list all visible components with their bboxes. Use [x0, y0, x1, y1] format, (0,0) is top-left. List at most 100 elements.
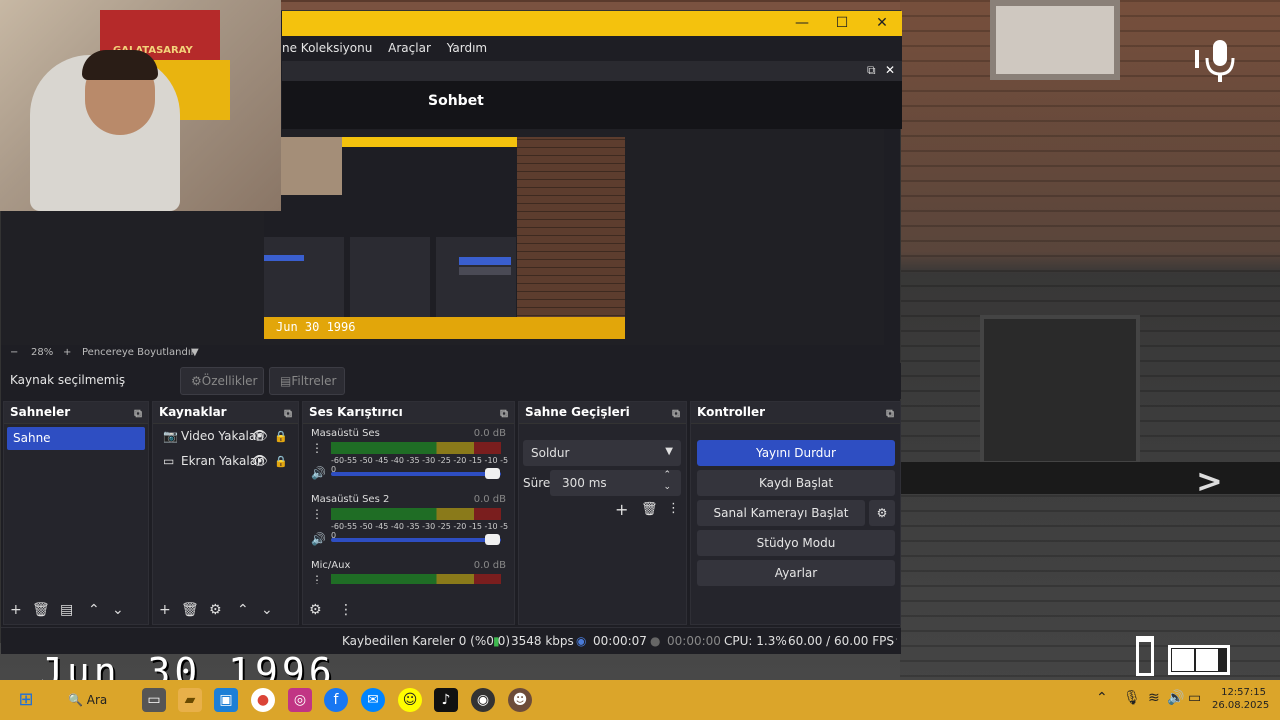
chevron-down-icon[interactable]: ⌄ [261, 602, 273, 618]
popout-icon[interactable]: ⧉ [134, 403, 142, 424]
chevron-down-icon[interactable]: ⌄ [112, 602, 124, 618]
chat-panel: Sohbet [282, 81, 902, 129]
volume-slider[interactable] [331, 472, 501, 476]
chevron-down-icon[interactable]: ▼ [191, 347, 199, 358]
stepper-up-icon[interactable]: ⌃ [663, 470, 671, 480]
task-view-icon[interactable]: ▭ [142, 688, 166, 712]
battery-icon[interactable]: ▭ [1188, 690, 1201, 706]
preview-canvas[interactable]: Jun 30 1996 [264, 137, 625, 339]
volume-slider-handle[interactable] [485, 468, 500, 479]
plug-icon [1136, 636, 1154, 676]
messenger-icon[interactable]: ✉ [361, 688, 385, 712]
fit-to-window-button[interactable]: Pencereye Boyutlandır [82, 347, 195, 358]
chevron-up-icon[interactable]: ⌃ [237, 602, 249, 618]
settings-button[interactable]: Ayarlar [697, 560, 895, 586]
menu-help[interactable]: Yardım [447, 36, 487, 61]
popout-icon[interactable]: ⧉ [500, 403, 508, 424]
studio-mode-button[interactable]: Stüdyo Modu [697, 530, 895, 556]
taskbar-search[interactable]: 🔍 Ara [68, 688, 128, 712]
volume-icon[interactable]: 🔊 [1167, 690, 1184, 706]
menu-tools[interactable]: Araçlar [388, 36, 431, 61]
taskbar: ⊞ 🔍 Ara ▭ ▰ ▣ ● ◎ f ✉ ☺ ♪ ◉ ☻ ⌃ 🎙 ≋ 🔊 ▭ … [0, 680, 1280, 720]
scene-item[interactable]: Sahne [7, 427, 145, 450]
add-icon[interactable]: + [159, 602, 171, 618]
filters-button[interactable]: ▤Filtreler [269, 367, 345, 395]
more-icon[interactable]: ⋮ [311, 508, 323, 520]
file-explorer-icon[interactable]: ▰ [178, 688, 202, 712]
dropped-frames: Kaybedilen Kareler 0 (%0.0) [342, 634, 511, 648]
filter-icon[interactable]: ▤ [60, 602, 73, 618]
menu-scene-collection[interactable]: ne Koleksiyonu [282, 36, 372, 61]
stop-stream-button[interactable]: Yayını Durdur [697, 440, 895, 466]
windows-start-icon[interactable]: ⊞ [14, 688, 38, 712]
chevron-up-icon[interactable]: ⌃ [1096, 690, 1108, 706]
maximize-button[interactable]: ☐ [822, 11, 862, 36]
scenes-header: Sahneler ⧉ [4, 402, 148, 424]
nested-button [459, 267, 511, 275]
tiktok-icon[interactable]: ♪ [434, 688, 458, 712]
channel-db: 0.0 dB [473, 560, 506, 571]
properties-button[interactable]: ⚙Özellikler [180, 367, 264, 395]
system-clock[interactable]: 12:57:15 26.08.2025 [1212, 686, 1269, 712]
speaker-icon[interactable]: 🔊 [311, 532, 326, 546]
advanced-audio-icon[interactable]: ⚙ [309, 602, 322, 618]
shelf [900, 462, 1280, 494]
facebook-icon[interactable]: f [324, 688, 348, 712]
close-dock-icon[interactable]: ✕ [885, 63, 895, 77]
more-icon[interactable]: ⋮ [311, 574, 323, 584]
popout-icon[interactable]: ⧉ [867, 63, 876, 78]
lock-icon[interactable]: 🔒 [274, 449, 288, 474]
gear-icon[interactable]: ⚙ [209, 602, 222, 618]
chevron-up-icon[interactable]: ⌃ [88, 602, 100, 618]
sources-dock: Kaynaklar ⧉ 📷 Video Yakalan 👁 🔒 ▭ Ekran Y… [152, 401, 299, 625]
gear-icon[interactable]: ⚙ [869, 500, 895, 526]
popout-icon[interactable]: ⧉ [672, 403, 680, 424]
stepper-down-icon[interactable]: ⌄ [663, 482, 671, 492]
speaker-icon[interactable]: 🔊 [311, 466, 326, 480]
more-icon[interactable]: ⋮ [667, 501, 680, 516]
snapchat-icon[interactable]: ☺ [398, 688, 422, 712]
start-record-button[interactable]: Kaydı Başlat [697, 470, 895, 496]
trash-icon[interactable]: 🗑 [641, 502, 658, 517]
zoom-bar: − 28% + Pencereye Boyutlandır ▼ [1, 345, 884, 363]
lock-icon[interactable]: 🔒 [274, 424, 288, 449]
popout-icon[interactable]: ⧉ [886, 403, 894, 424]
trash-icon[interactable]: 🗑 [32, 602, 50, 618]
obs-icon[interactable]: ◉ [471, 688, 495, 712]
more-icon[interactable]: ⋮ [311, 442, 323, 454]
resize-grip-icon[interactable]: ⋰ [889, 638, 898, 648]
add-icon[interactable]: + [615, 500, 628, 519]
menu-bar: ne Koleksiyonu Araçlar Yardım [282, 36, 902, 61]
add-icon[interactable]: + [10, 602, 22, 618]
clock-time: 12:57:15 [1221, 687, 1266, 698]
volume-slider-handle[interactable] [485, 534, 500, 545]
battery-icon [1168, 645, 1230, 675]
eye-icon[interactable]: 👁 [251, 424, 268, 449]
eye-icon[interactable]: 👁 [251, 449, 268, 474]
store-icon[interactable]: ▣ [214, 688, 238, 712]
volume-slider[interactable] [331, 538, 501, 542]
zoom-in-button[interactable]: + [63, 347, 71, 358]
duration-input[interactable]: 300 ms ⌃ ⌄ [550, 470, 681, 496]
instagram-icon[interactable]: ◎ [288, 688, 312, 712]
more-icon[interactable]: ⋮ [339, 602, 353, 618]
nested-game [517, 137, 625, 339]
close-button[interactable]: ✕ [862, 11, 902, 36]
minimize-button[interactable]: — [782, 11, 822, 36]
nested-webcam [281, 137, 342, 195]
trash-icon[interactable]: 🗑 [181, 602, 199, 618]
chrome-icon[interactable]: ● [251, 688, 275, 712]
status-bar: Kaybedilen Kareler 0 (%0.0) ▮ 3548 kbps … [1, 627, 901, 654]
popout-icon[interactable]: ⧉ [284, 403, 292, 424]
source-item[interactable]: ▭ Ekran Yakalan 👁 🔒 [153, 449, 298, 474]
transition-select[interactable]: Soldur ▼ [523, 440, 681, 466]
volume-meter [331, 508, 501, 520]
start-virtual-camera-button[interactable]: Sanal Kamerayı Başlat [697, 500, 865, 526]
filter-icon: ▤ [280, 374, 292, 388]
source-item[interactable]: 📷 Video Yakalan 👁 🔒 [153, 424, 298, 449]
microphone-icon[interactable]: 🎙 [1123, 690, 1141, 706]
wifi-icon[interactable]: ≋ [1148, 690, 1160, 706]
zoom-out-button[interactable]: − [10, 347, 18, 358]
game-icon[interactable]: ☻ [508, 688, 532, 712]
scenes-dock: Sahneler ⧉ Sahne + 🗑 ▤ ⌃ ⌄ [3, 401, 149, 625]
